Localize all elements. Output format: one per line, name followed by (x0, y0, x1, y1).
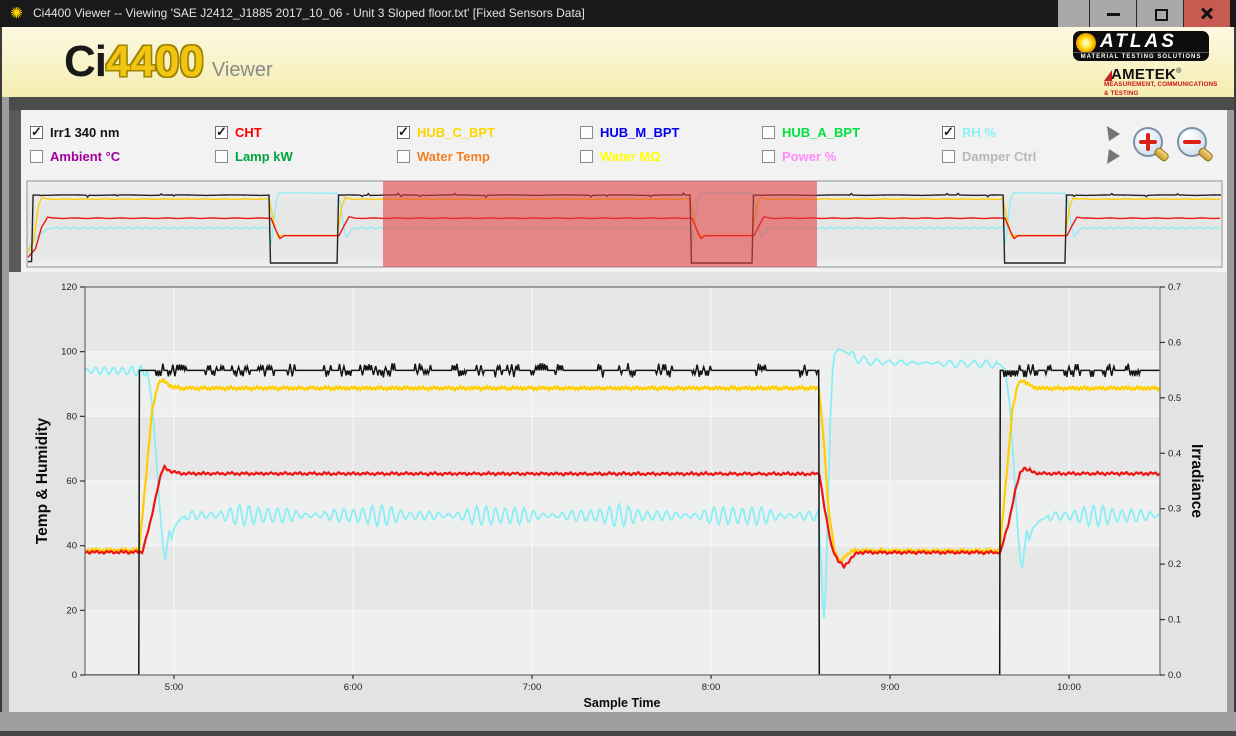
legend-checkbox-hub-c-bpt[interactable]: ✓ (397, 126, 410, 139)
maximize-icon (1155, 9, 1168, 21)
legend-checkbox-water-m-[interactable] (580, 150, 593, 163)
ametek-line2: & TESTING (1104, 90, 1217, 99)
legend-checkbox-lamp-kw[interactable] (215, 150, 228, 163)
x-tick-label: 9:00 (881, 682, 900, 693)
ametek-name: AMETEK (1111, 68, 1176, 81)
maximize-button[interactable] (1136, 0, 1183, 27)
titlebar-button-strip (1058, 0, 1089, 27)
zoom-out-icon (1183, 140, 1201, 144)
legend-label: Ambient °C (50, 149, 120, 164)
legend-checkbox-hub-a-bpt[interactable] (762, 126, 775, 139)
x-axis-title: Sample Time (584, 696, 661, 710)
y-tick-label-left: 60 (66, 476, 77, 487)
checkmark-icon: ✓ (943, 124, 954, 140)
y-tick-label-right: 0.5 (1168, 393, 1181, 404)
atlas-tagline: MATERIAL TESTING SOLUTIONS (1073, 52, 1209, 62)
legend-checkbox-power-[interactable] (762, 150, 775, 163)
legend-label: CHT (235, 125, 262, 140)
side-strip (9, 110, 21, 272)
legend-label: Irr1 340 nm (50, 125, 119, 140)
x-tick-label: 6:00 (344, 682, 363, 693)
window-frame-right (1227, 27, 1236, 736)
y-tick-label-left: 80 (66, 411, 77, 422)
window-frame-bottom (0, 712, 1236, 736)
app-icon: ✺ (8, 5, 25, 22)
overview-selection[interactable] (383, 181, 817, 267)
header-divider (9, 97, 1234, 110)
y-tick-label-left: 20 (66, 605, 77, 616)
legend-label: Power % (782, 149, 836, 164)
app-header: Ci4400 Viewer ATLAS MATERIAL TESTING SOLU… (2, 27, 1234, 97)
y-tick-label-left: 40 (66, 541, 77, 552)
checkmark-icon: ✓ (216, 124, 227, 140)
minimize-icon (1107, 13, 1120, 16)
legend-label: Damper Ctrl (962, 149, 1036, 164)
y-tick-label-right: 0.4 (1168, 448, 1181, 459)
zoom-out-button[interactable] (1177, 127, 1207, 157)
checkmark-icon: ✓ (31, 124, 42, 140)
legend-label: HUB_C_BPT (417, 125, 495, 140)
logo-ci: Ci (64, 37, 106, 87)
legend-label: HUB_M_BPT (600, 125, 679, 140)
atlas-sun-icon (1076, 33, 1096, 53)
y-tick-label-left: 120 (61, 282, 77, 293)
checkmark-icon: ✓ (398, 124, 409, 140)
y-axis-title-right: Irradiance (1188, 444, 1205, 518)
minimize-button[interactable] (1089, 0, 1136, 27)
pan-arrow-up-icon[interactable] (1107, 126, 1120, 141)
legend-checkbox-damper-ctrl[interactable] (942, 150, 955, 163)
legend-checkbox-ambient-c[interactable] (30, 150, 43, 163)
x-tick-label: 7:00 (523, 682, 542, 693)
y-tick-label-right: 0.2 (1168, 559, 1181, 570)
legend-label: Lamp kW (235, 149, 293, 164)
y-tick-label-right: 0.0 (1168, 670, 1181, 681)
legend-label: HUB_A_BPT (782, 125, 860, 140)
legend-label: Water MΩ (600, 149, 661, 164)
y-tick-label-left: 100 (61, 347, 77, 358)
legend-checkbox-irr1-340-nm[interactable]: ✓ (30, 126, 43, 139)
pan-arrow-down-icon[interactable] (1107, 149, 1120, 164)
legend-label: RH % (962, 125, 996, 140)
zoom-in-button[interactable] (1133, 127, 1163, 157)
y-tick-label-left: 0 (72, 670, 77, 681)
title-bar: ✺ Ci4400 Viewer -- Viewing 'SAE J2412_J1… (0, 0, 1236, 27)
y-tick-label-right: 0.1 (1168, 615, 1181, 626)
y-tick-label-right: 0.6 (1168, 337, 1181, 348)
x-tick-label: 10:00 (1057, 682, 1081, 693)
legend-label: Water Temp (417, 149, 490, 164)
y-tick-label-right: 0.3 (1168, 504, 1181, 515)
charts-svg: 0 20 40 60 80 100 120 0.0 0.1 0.2 0.3 0.4 0.5 0.6 0.7 5… (0, 0, 1236, 736)
atlas-name: ATLAS (1100, 31, 1177, 53)
window-frame-left (0, 27, 9, 736)
ametek-line1: MEASUREMENT, COMMUNICATIONS (1104, 81, 1217, 90)
legend-checkbox-hub-m-bpt[interactable] (580, 126, 593, 139)
ametek-logo: AMETEK® MEASUREMENT, COMMUNICATIONS & TE… (1104, 68, 1217, 98)
x-tick-label: 8:00 (702, 682, 721, 693)
logo-viewer: Viewer (212, 59, 273, 82)
legend-checkbox-rh-[interactable]: ✓ (942, 126, 955, 139)
y-axis-title-left: Temp & Humidity (34, 417, 51, 544)
x-tick-label: 5:00 (165, 682, 184, 693)
legend-checkbox-water-temp[interactable] (397, 150, 410, 163)
y-tick-label-right: 0.7 (1168, 282, 1181, 293)
legend-checkbox-cht[interactable]: ✓ (215, 126, 228, 139)
window-title: Ci4400 Viewer -- Viewing 'SAE J2412_J188… (33, 6, 585, 20)
logo-model: 4400 (106, 37, 204, 87)
close-button[interactable] (1183, 0, 1230, 27)
app-logo: Ci4400 Viewer (64, 37, 273, 87)
pan-arrows[interactable] (1106, 124, 1122, 166)
atlas-logo: ATLAS MATERIAL TESTING SOLUTIONS (1073, 31, 1209, 61)
